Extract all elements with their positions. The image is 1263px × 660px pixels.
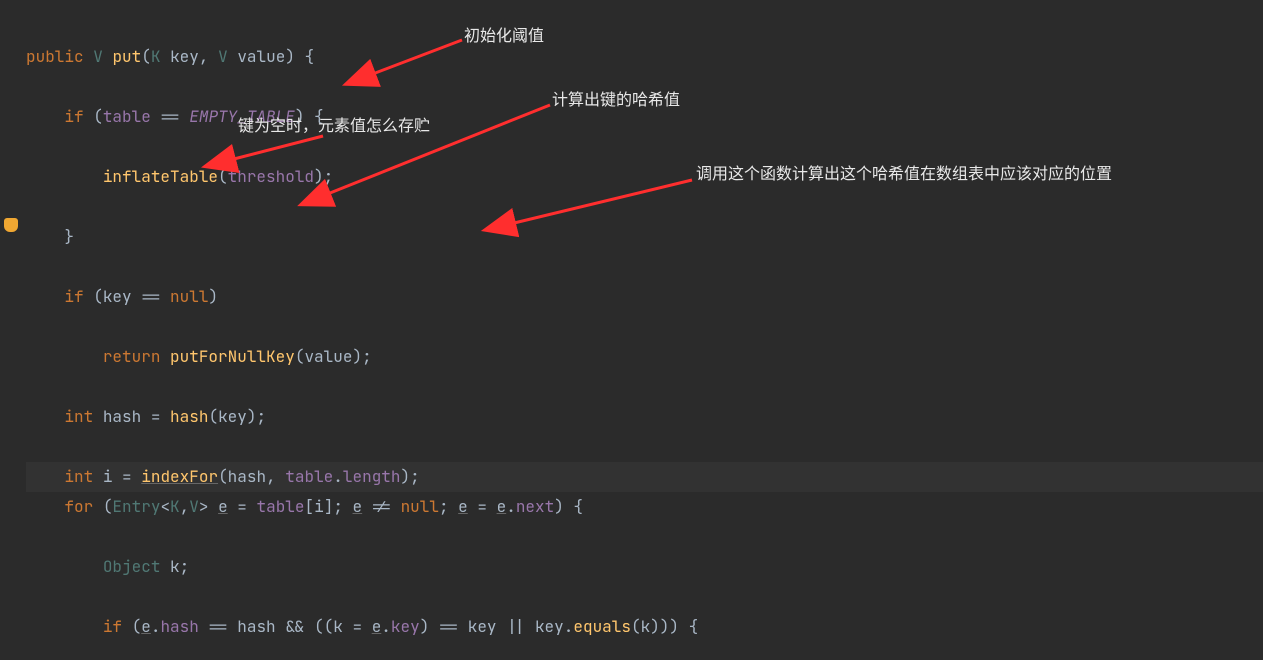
code-line-highlighted: int i = indexFor(hash, table.length); bbox=[26, 462, 1263, 492]
code-line: Object k; bbox=[26, 552, 1263, 582]
code-line: return putForNullKey(value); bbox=[26, 342, 1263, 372]
intention-bulb-icon[interactable] bbox=[4, 218, 18, 232]
code-line: if (table == EMPTY_TABLE) { bbox=[26, 102, 1263, 132]
code-line: } bbox=[26, 222, 1263, 252]
code-line: int hash = hash(key); bbox=[26, 402, 1263, 432]
code-line: if (e.hash == hash && ((k = e.key) == ke… bbox=[26, 612, 1263, 642]
code-line: if (key == null) bbox=[26, 282, 1263, 312]
code-editor[interactable]: public V put(K key, V value) { if (table… bbox=[0, 0, 1263, 660]
code-line: inflateTable(threshold); bbox=[26, 162, 1263, 192]
code-line: for (Entry<K,V> e = table[i]; e != null;… bbox=[26, 492, 1263, 522]
code-line: public V put(K key, V value) { bbox=[26, 42, 1263, 72]
